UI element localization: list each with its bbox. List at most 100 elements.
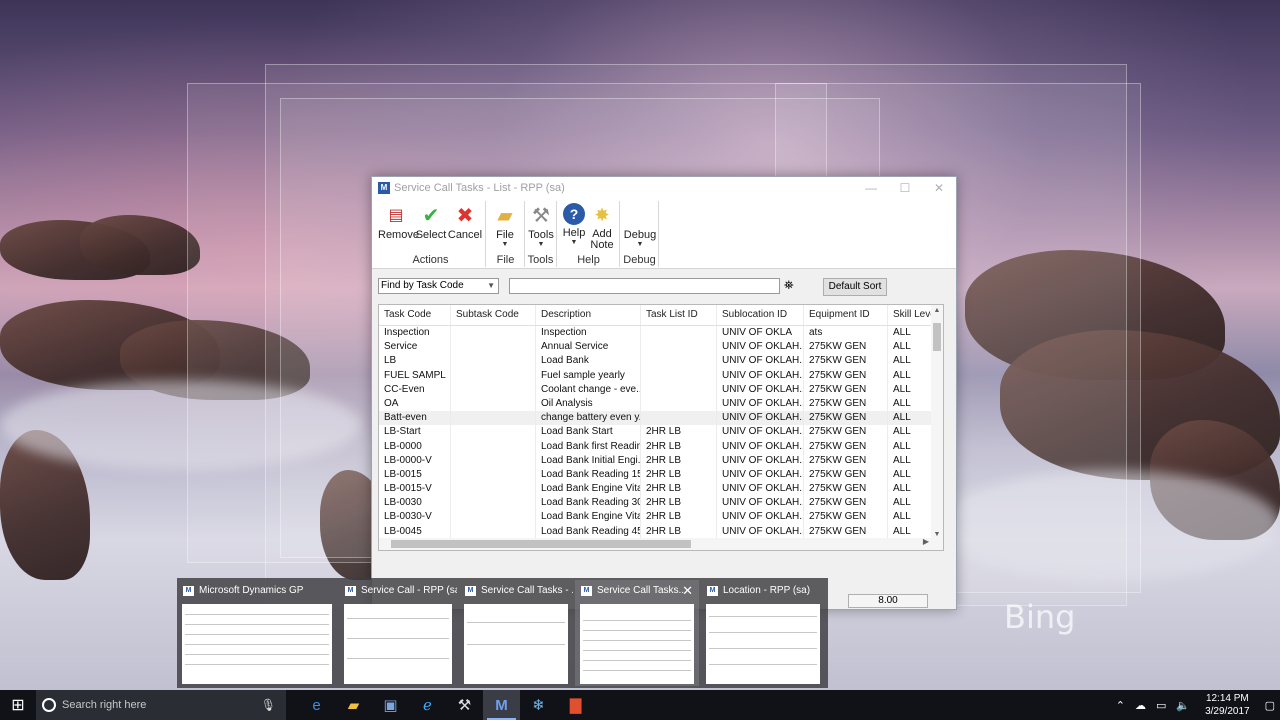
table-row[interactable]: CC-Even Coolant change - eve... UNIV OF OK… [379,382,943,397]
table-row[interactable]: LB-0030-V Load Bank Engine Vita... 2HR LB U… [379,510,943,525]
table-row[interactable]: LB-0030 Load Bank Reading 30 ...2HR LBUNI… [379,496,943,511]
ribbon-group-label: File [496,254,515,266]
table-cell [641,382,717,397]
thumbnail-dynamics-gp[interactable]: M Microsoft Dynamics GP [177,580,337,686]
table-cell: Load Bank [536,354,641,369]
grid-body: Inspection Inspection UNIV OF OKLA ats ALL Se… [379,326,943,539]
chevron-up-icon[interactable]: ⌃ [1116,699,1125,712]
select-button[interactable]: ✔ Select [413,203,449,242]
scroll-thumb[interactable] [391,540,691,548]
column-header[interactable]: Description [536,305,641,325]
cortana-icon [42,698,56,712]
scroll-thumb[interactable] [933,323,941,351]
file-button[interactable]: ▰ File ▼ [487,203,523,249]
table-cell [451,368,536,383]
table-row[interactable]: LB-Start Load Bank Start 2HR LB UNIV OF OKL… [379,425,943,440]
table-row[interactable]: Batt-even change battery even y... UNIV OF… [379,411,943,426]
table-cell: Load Bank Engine Vita... [536,510,641,525]
remove-button[interactable]: ▤ Remove [378,203,419,241]
column-header[interactable]: Sublocation ID [717,305,804,325]
column-header[interactable]: Skill Level [888,305,933,325]
table-cell [451,396,536,412]
tools-app-icon[interactable]: ⚒ [446,690,483,720]
internet-explorer-icon[interactable]: ℯ [409,690,446,720]
table-cell: ALL [888,439,933,454]
column-header[interactable]: Task List ID [641,305,717,325]
status-value: 8.00 [848,594,928,608]
table-cell: ALL [888,411,933,426]
table-row[interactable]: Inspection Inspection UNIV OF OKLA ats ALL [379,326,943,341]
debug-button[interactable]: Debug ▼ [622,203,658,248]
column-header[interactable]: Task Code [379,305,451,325]
table-cell: Annual Service [536,340,641,355]
table-cell: ALL [888,453,933,468]
powerpoint-icon[interactable]: ▇ [557,690,594,720]
thumbnail-service-call-tasks[interactable]: M Service Call Tasks - ... [459,580,573,686]
snowflake-app-icon[interactable]: ❄ [520,690,557,720]
maximize-button[interactable]: ☐ [888,181,922,195]
file-explorer-icon[interactable]: ▰ [335,690,372,720]
network-icon[interactable]: ▭ [1156,699,1166,712]
column-header[interactable]: Subtask Code [451,305,536,325]
table-row[interactable]: Service Annual Service UNIV OF OKLAH... 275… [379,340,943,355]
table-cell: ALL [888,510,933,525]
volume-icon[interactable]: 🔈 [1176,699,1190,712]
windows-start-icon[interactable]: ⊞ [0,690,36,720]
table-cell: ALL [888,368,933,383]
clock[interactable]: 12:14 PM 3/29/2017 [1205,692,1250,718]
scroll-down-icon[interactable]: ▼ [931,531,943,538]
edge-icon[interactable]: e [298,690,335,720]
table-row[interactable]: LB-0000-V Load Bank Initial Engi... 2HR LB… [379,453,943,468]
ribbon-group-help: ? Help ▼ ✸ Add Note Help [558,201,620,267]
remove-icon: ▤ [388,207,404,224]
table-cell: UNIV OF OKLAH... [717,340,804,355]
table-cell: ALL [888,354,933,369]
table-cell [451,411,536,426]
table-row[interactable]: LB-0045 Load Bank Reading 45 ...2HR LBUNI… [379,524,943,539]
table-cell: Batt-even [379,411,451,426]
close-button[interactable]: ✕ [922,181,956,195]
table-row[interactable]: FUEL SAMPL Fuel sample yearly UNIV OF OKLA… [379,368,943,383]
minimize-button[interactable]: — [854,181,888,195]
table-cell: Load Bank Reading 15 ... [536,467,641,483]
cancel-button[interactable]: ✖ Cancel [447,203,483,242]
cloud-icon[interactable]: ☁ [1135,699,1146,712]
table-row[interactable]: LB Load Bank UNIV OF OKLAH... 275KW GEN ALL [379,354,943,369]
table-cell: ALL [888,467,933,483]
table-cell [451,510,536,525]
dynamics-gp-icon: M [378,182,390,194]
table-row[interactable]: OA Oil Analysis UNIV OF OKLAH... 275KW GEN A… [379,396,943,412]
table-row[interactable]: LB-0000 Load Bank first Reading 2HR LB UNIV… [379,439,943,454]
table-cell: LB-0015-V [379,482,451,497]
tools-button[interactable]: ⚒ Tools ▼ [523,203,559,249]
horizontal-scrollbar[interactable]: ▶ [379,537,933,550]
title-bar[interactable]: M Service Call Tasks - List - RPP (sa) —… [372,177,956,199]
search-box[interactable]: Search right here 🎙 [36,690,286,720]
thumbnail-preview [464,604,568,684]
app-icon[interactable]: ▣ [372,690,409,720]
find-input[interactable] [509,278,780,294]
tools-icon: ⚒ [532,204,550,227]
column-header[interactable]: Equipment ID [804,305,888,325]
dynamics-gp-taskbar-icon[interactable]: M [483,690,520,720]
scroll-right-icon[interactable]: ▶ [923,537,929,546]
default-sort-button[interactable]: Default Sort [823,278,887,296]
vertical-scrollbar[interactable]: ▲ ▼ [931,305,943,550]
microphone-icon[interactable]: 🎙 [261,698,276,712]
ribbon-group-label: Help [577,254,600,266]
table-row[interactable]: LB-0015 Load Bank Reading 15 ...2HR LBUNI… [379,467,943,483]
scroll-up-icon[interactable]: ▲ [931,307,943,314]
table-cell: ALL [888,496,933,511]
table-row[interactable]: LB-0015-V Load Bank Engine Vita... 2HR LB U… [379,482,943,497]
thumbnail-service-call-tasks-list[interactable]: M Service Call Tasks... ✕ [575,580,699,686]
binoculars-icon[interactable]: ⛯ [784,278,794,293]
table-cell [641,354,717,369]
close-icon[interactable]: ✕ [682,583,693,599]
table-cell [641,396,717,412]
add-note-button[interactable]: ✸ Add Note [584,203,620,251]
notification-icon[interactable]: ▢ [1265,699,1275,712]
thumbnail-service-call[interactable]: M Service Call - RPP (sa) [339,580,457,686]
table-cell: LB-Start [379,425,451,440]
thumbnail-location[interactable]: M Location - RPP (sa) [701,580,825,686]
find-by-select[interactable]: Find by Task Code ▼ [378,278,499,294]
